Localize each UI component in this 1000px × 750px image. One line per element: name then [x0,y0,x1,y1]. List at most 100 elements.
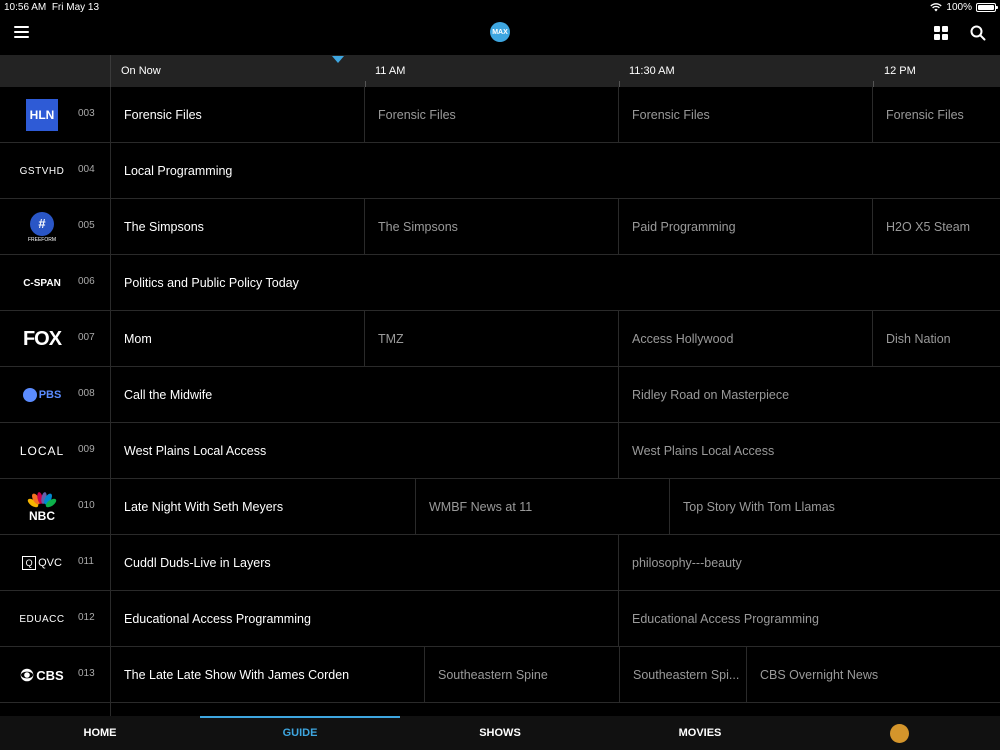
channel-column-header [0,55,111,87]
grid-view-icon[interactable] [934,26,948,40]
channel-row: CBS 013 The Late Late Show With James Co… [0,647,1000,703]
cbs-logo-icon: CBS [20,668,64,683]
program-cell[interactable]: West Plains Local Access [619,423,1000,479]
time-slot-12pm: 12 PM [884,65,916,77]
channel-logo: HLN [8,87,76,143]
channel-logo: # FREEFORM [8,199,76,255]
profile-avatar[interactable] [890,724,909,743]
channel-cell[interactable]: NBC 010 [0,479,111,535]
channel-number: 005 [78,220,95,231]
freeform-logo-icon: # FREEFORM [28,211,56,243]
pbs-logo-icon: PBS [22,388,61,402]
program-cell[interactable]: Dish Nation [873,311,1000,367]
search-icon[interactable] [970,25,986,41]
channel-row: NBC 010 Late Night With Seth Meyers WMBF… [0,479,1000,535]
tab-shows[interactable]: SHOWS [400,716,600,750]
program-cell[interactable]: Access Hollywood [619,311,873,367]
time-header: On Now 11 AM 11:30 AM 12 PM [0,55,1000,87]
hamburger-menu-icon[interactable] [14,26,29,38]
cspan-logo-icon: C-SPAN [23,277,61,289]
channel-row: FOX 007 Mom TMZ Access Hollywood Dish Na… [0,311,1000,367]
eduacc-logo-icon: EDUACC [19,613,65,625]
channel-cell[interactable]: GSTVHD 004 [0,143,111,199]
channel-row: # FREEFORM 005 The Simpsons The Simpsons… [0,199,1000,255]
bottom-nav: HOME GUIDE SHOWS MOVIES [0,716,1000,750]
program-cell[interactable]: H2O X5 Steam [873,199,1000,255]
program-cell[interactable]: The Late Late Show With James Corden [111,647,425,703]
program-cell[interactable]: The Simpsons [111,199,365,255]
program-cell[interactable]: Ridley Road on Masterpiece [619,367,1000,423]
program-cell[interactable]: Forensic Files [873,87,1000,143]
channel-logo: GSTVHD [8,143,76,199]
status-right: 100% [930,2,998,13]
current-time-marker-icon [332,56,344,63]
channel-cell[interactable]: EDUACC 012 [0,591,111,647]
program-cell[interactable]: Politics and Public Policy Today [111,255,1000,311]
channel-cell[interactable]: Q QVC 011 [0,535,111,591]
program-cell[interactable]: WMBF News at 11 [416,479,670,535]
channel-number: 010 [78,500,95,511]
program-cell[interactable]: Local Programming [111,143,1000,199]
hln-logo-icon: HLN [26,99,58,131]
channel-logo: CBS [8,647,76,703]
channel-cell[interactable]: CBS 013 [0,647,111,703]
channel-cell[interactable] [0,703,111,716]
channel-cell[interactable]: HLN 003 [0,87,111,143]
program-cell[interactable]: Paid Programming [619,199,873,255]
status-date: Fri May 13 [51,2,100,13]
channel-cell[interactable]: PBS 008 [0,367,111,423]
program-cell[interactable]: Mom [111,311,365,367]
channel-logo: PBS [8,367,76,423]
channel-logo: FOX [8,311,76,367]
program-cell[interactable]: CBS Overnight News [747,647,1000,703]
fox-logo-icon: FOX [22,327,62,350]
channel-row: EDUACC 012 Educational Access Programmin… [0,591,1000,647]
time-slot-1130am: 11:30 AM [629,65,675,77]
program-cell[interactable]: Call the Midwife [111,367,619,423]
program-cell[interactable]: Cuddl Duds-Live in Layers [111,535,619,591]
battery-fill [978,5,994,10]
channel-cell[interactable]: # FREEFORM 005 [0,199,111,255]
max-logo-icon: MAX [490,22,510,42]
program-cell[interactable]: Forensic Files [111,87,365,143]
program-cell[interactable]: Forensic Files [365,87,619,143]
channel-row-partial [0,703,1000,716]
tab-guide[interactable]: GUIDE [200,716,400,750]
tab-movies[interactable]: MOVIES [600,716,800,750]
program-cell[interactable]: Forensic Files [619,87,873,143]
channel-row: GSTVHD 004 Local Programming [0,143,1000,199]
program-cell[interactable]: Southeastern Spi... [620,647,747,703]
nbc-logo-icon: NBC [27,492,57,522]
status-time-date: 10:56 AM Fri May 13 [4,2,99,13]
program-cell[interactable]: Educational Access Programming [111,591,619,647]
battery-percent: 100% [946,2,972,13]
time-slot-11am: 11 AM [375,65,406,77]
status-bar: 10:56 AM Fri May 13 100% [0,0,1000,16]
time-slot-on-now: On Now [121,65,161,77]
program-cell[interactable]: Top Story With Tom Llamas [670,479,1000,535]
program-cell[interactable]: The Simpsons [365,199,619,255]
local-logo-icon: LOCAL [19,444,65,458]
channel-cell[interactable]: C-SPAN 006 [0,255,111,311]
channel-row: HLN 003 Forensic Files Forensic Files Fo… [0,87,1000,143]
channel-cell[interactable]: FOX 007 [0,311,111,367]
top-nav: MAX [0,16,1000,54]
wifi-icon [930,3,943,12]
channel-logo: C-SPAN [8,255,76,311]
channel-number: 008 [78,388,95,399]
channel-number: 004 [78,164,95,175]
battery-icon [976,3,998,12]
channel-cell[interactable]: LOCAL 009 [0,423,111,479]
program-cell[interactable]: philosophy---beauty [619,535,1000,591]
channel-logo: Q QVC [8,535,76,591]
logo-text: MAX [492,28,508,36]
program-cell[interactable]: TMZ [365,311,619,367]
channel-logo: LOCAL [8,423,76,479]
program-cell[interactable]: Educational Access Programming [619,591,1000,647]
channel-row: C-SPAN 006 Politics and Public Policy To… [0,255,1000,311]
program-cell[interactable]: Southeastern Spine [425,647,620,703]
program-cell[interactable]: Late Night With Seth Meyers [111,479,416,535]
tab-home[interactable]: HOME [0,716,200,750]
program-cell[interactable]: West Plains Local Access [111,423,619,479]
program-guide: HLN 003 Forensic Files Forensic Files Fo… [0,87,1000,716]
